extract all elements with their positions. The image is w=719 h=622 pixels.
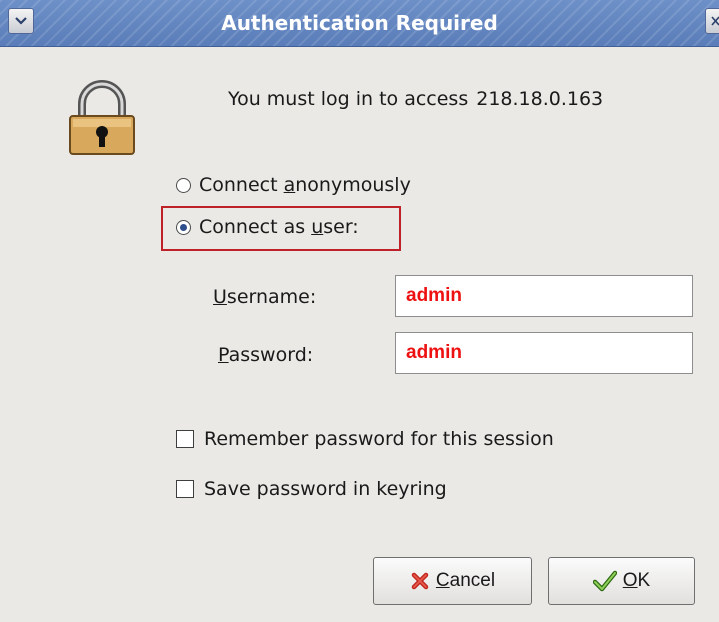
cancel-button[interactable]: Cancel <box>373 557 532 605</box>
cancel-x-icon <box>411 572 429 590</box>
username-label: Username: <box>213 286 317 308</box>
close-icon <box>711 16 719 26</box>
ok-label: OK <box>622 570 651 591</box>
cancel-label: Cancel <box>435 570 496 591</box>
connect-anonymously-radio[interactable]: Connect anonymously <box>176 174 411 196</box>
save-keyring-checkbox[interactable]: Save password in keyring <box>176 478 447 500</box>
padlock-icon <box>69 80 135 155</box>
checkbox-box[interactable] <box>176 480 194 498</box>
password-label: Password: <box>218 344 314 366</box>
remember-password-label: Remember password for this session <box>204 428 554 450</box>
connect-anonymously-label: Connect anonymously <box>199 174 411 196</box>
radio-button-off[interactable] <box>176 178 191 193</box>
connect-as-user-label: Connect as user: <box>199 216 359 238</box>
host-address: 218.18.0.163 <box>476 88 604 110</box>
auth-message: You must log in to access 218.18.0.163 <box>228 88 603 110</box>
radio-button-on[interactable] <box>176 220 191 235</box>
checkbox-box[interactable] <box>176 430 194 448</box>
window-title: Authentication Required <box>221 11 498 35</box>
auth-message-text: You must log in to access <box>228 88 469 110</box>
password-input[interactable] <box>395 332 693 374</box>
remember-password-checkbox[interactable]: Remember password for this session <box>176 428 554 450</box>
ok-button[interactable]: OK <box>548 557 695 605</box>
connect-as-user-radio[interactable]: Connect as user: <box>176 216 359 238</box>
save-keyring-label: Save password in keyring <box>204 478 447 500</box>
username-input[interactable] <box>395 275 693 317</box>
title-bar: Authentication Required <box>0 0 719 47</box>
window-close-button[interactable] <box>705 8 719 34</box>
checkmark-icon <box>592 570 617 592</box>
